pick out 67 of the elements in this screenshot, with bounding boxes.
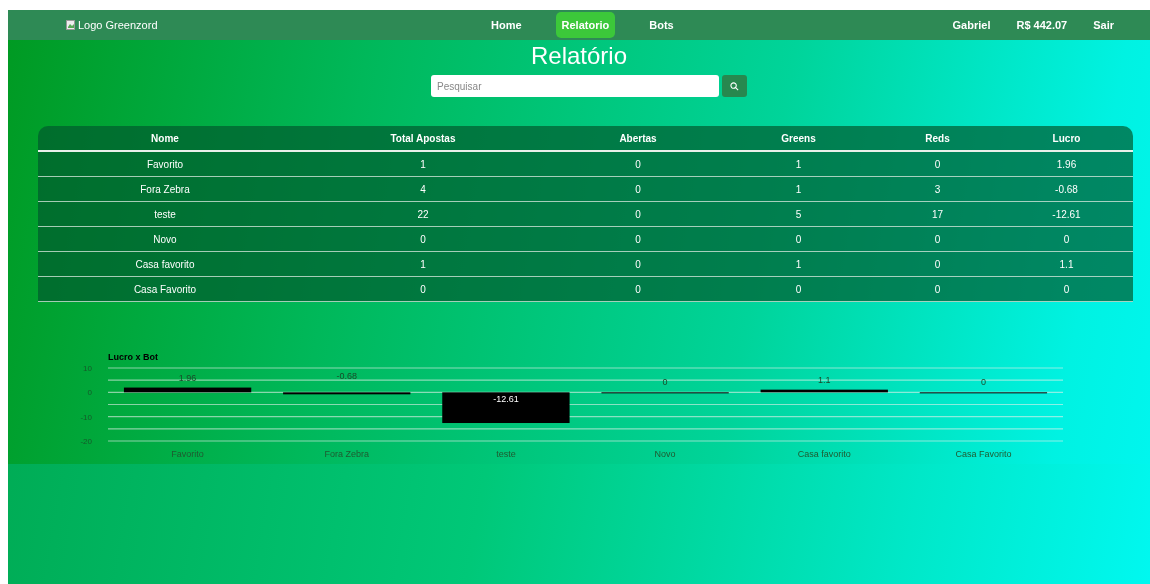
table-cell: 4 <box>292 177 554 202</box>
search-button[interactable] <box>722 75 747 97</box>
table-cell: 0 <box>722 227 875 252</box>
table-cell: 0 <box>554 177 722 202</box>
table-cell: 0 <box>292 227 554 252</box>
column-header: Total Apostas <box>292 126 554 152</box>
column-header: Lucro <box>1000 126 1133 152</box>
axis-tick-label: 10 <box>83 364 92 373</box>
table-cell: 22 <box>292 202 554 227</box>
search-icon <box>730 81 739 91</box>
table-cell: 0 <box>875 227 1000 252</box>
table-cell: teste <box>38 202 292 227</box>
balance: R$ 442.07 <box>1016 19 1068 31</box>
table-cell: 0 <box>722 277 875 302</box>
table-cell: 0 <box>554 252 722 277</box>
search-field[interactable]: Pesquisar <box>431 75 719 97</box>
table-cell: Novo <box>38 227 292 252</box>
table-cell: 0 <box>875 152 1000 177</box>
table-cell: 0 <box>554 227 722 252</box>
category-label: Casa Favorito <box>955 449 1012 459</box>
data-label: -0.68 <box>336 371 357 382</box>
table-cell: 1 <box>722 177 875 202</box>
table-cell: Favorito <box>38 152 292 177</box>
category-label: Favorito <box>171 449 204 459</box>
logout-link[interactable]: Sair <box>1093 12 1114 38</box>
category-label: teste <box>496 449 516 459</box>
table-cell: 1.96 <box>1000 152 1133 177</box>
table-cell: 0 <box>875 252 1000 277</box>
axis-tick-label: -10 <box>80 412 92 422</box>
table-cell: 1.1 <box>1000 252 1133 277</box>
column-header: Abertas <box>554 126 722 152</box>
table-cell: 17 <box>875 202 1000 227</box>
user-name: Gabriel <box>952 19 991 31</box>
table-cell: 0 <box>1000 227 1133 252</box>
table-cell: Fora Zebra <box>38 177 292 202</box>
table-cell: 3 <box>875 177 1000 202</box>
column-header: Nome <box>38 126 292 152</box>
table-cell: 0 <box>292 277 554 302</box>
table-cell: 0 <box>875 277 1000 302</box>
table-cell: 0 <box>554 202 722 227</box>
logo-image-alt: Logo Greenzord <box>66 19 426 31</box>
table-cell: -0.68 <box>1000 177 1133 202</box>
category-label: Fora Zebra <box>324 449 369 459</box>
data-label: 0 <box>980 377 986 388</box>
page-title: Relatório <box>529 42 628 70</box>
table-cell: 1 <box>722 252 875 277</box>
table-cell: 0 <box>1000 277 1133 302</box>
chart-title: Lucro x Bot <box>108 352 158 362</box>
column-header: Reds <box>875 126 1000 152</box>
broken-image-icon <box>66 19 76 31</box>
category-label: Casa favorito <box>797 449 851 459</box>
category-label: Novo <box>654 449 676 459</box>
nav-link[interactable]: Bots <box>643 12 680 38</box>
table-cell: 1 <box>292 152 554 177</box>
table-cell: 1 <box>292 252 554 277</box>
table-cell: 0 <box>554 277 722 302</box>
table-cell: -12.61 <box>1000 202 1133 227</box>
table-cell: 1 <box>722 152 875 177</box>
table-cell: Casa favorito <box>38 252 292 277</box>
column-header: Greens <box>722 126 875 152</box>
table-cell: 0 <box>554 152 722 177</box>
table-cell: Casa Favorito <box>38 277 292 302</box>
data-label: -12.61 <box>493 394 519 405</box>
nav-link[interactable]: Home <box>485 12 528 38</box>
table-cell: 5 <box>722 202 875 227</box>
nav-link[interactable]: Relatorio <box>555 12 616 38</box>
data-label: 0 <box>662 377 668 388</box>
